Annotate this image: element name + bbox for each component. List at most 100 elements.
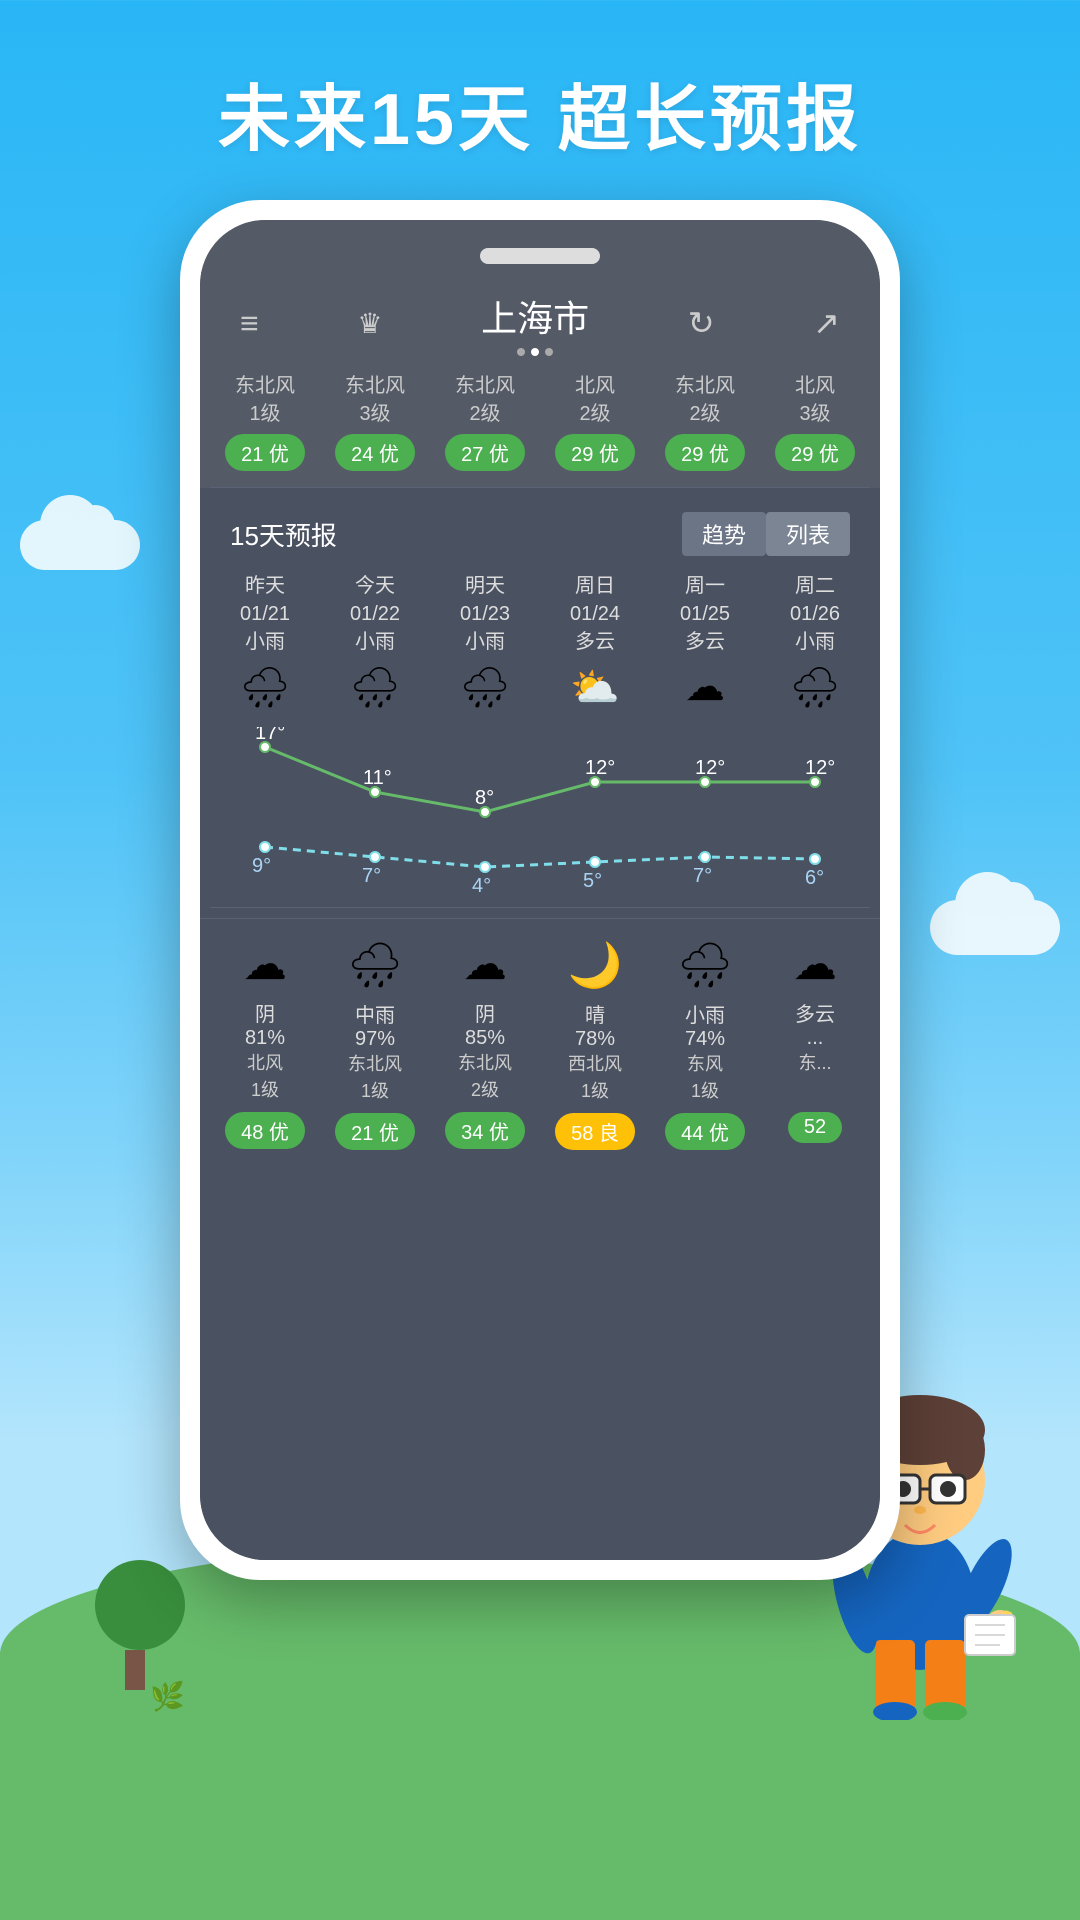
detail-wind-1: 北风1级 — [210, 1050, 320, 1104]
detail-humidity-2: 97% — [320, 1028, 430, 1051]
svg-text:12°: 12° — [695, 757, 725, 779]
detail-row: ☁ 阴 81% 北风1级 48 优 🌧 中雨 97% 东北风1级 21 优 — [200, 918, 880, 1150]
air-col-2: 东北风3级 24 优 — [320, 372, 430, 471]
detail-col-1: ☁ 阴 81% 北风1级 48 优 — [210, 939, 320, 1150]
svg-text:8°: 8° — [475, 787, 494, 809]
days-row: 昨天01/21小雨 🌧 今天01/22小雨 🌧 明天01/23小雨 🌧 周日01… — [200, 572, 880, 719]
wind-5: 东北风2级 — [650, 372, 760, 428]
detail-icon-3: ☁ — [430, 939, 540, 990]
detail-badge-4: 58 良 — [555, 1113, 635, 1150]
wind-2: 东北风3级 — [320, 372, 430, 428]
svg-text:17°: 17° — [255, 727, 285, 744]
weather-icon-5: ☁ — [650, 664, 760, 710]
separator-2 — [210, 907, 870, 908]
page-dots — [481, 348, 589, 356]
detail-badge-1: 48 优 — [225, 1112, 305, 1149]
forecast-title: 15天预报 — [230, 516, 337, 553]
svg-text:4°: 4° — [472, 875, 491, 897]
detail-wind-6: 东... — [760, 1050, 870, 1104]
detail-icon-2: 🌧 — [320, 939, 430, 991]
badge-2: 24 优 — [335, 434, 415, 471]
badge-6: 29 优 — [775, 434, 855, 471]
svg-text:6°: 6° — [805, 867, 824, 889]
badge-3: 27 优 — [445, 434, 525, 471]
tree-top — [95, 1560, 185, 1650]
detail-col-6: ☁ 多云 ... 东... 52 — [760, 939, 870, 1150]
grass-decoration: 🌿 — [150, 1680, 180, 1710]
svg-text:11°: 11° — [363, 767, 392, 789]
detail-badge-6: 52 — [788, 1112, 842, 1143]
detail-wind-4: 西北风1级 — [540, 1051, 650, 1105]
share-icon[interactable]: ↗ — [813, 304, 840, 342]
weather-icon-2: 🌧 — [320, 664, 430, 711]
detail-type-2: 中雨 — [320, 999, 430, 1028]
day-label-6: 周二01/26小雨 — [760, 572, 870, 656]
detail-wind-3: 东北风2级 — [430, 1050, 540, 1104]
cloud-left — [20, 520, 140, 570]
phone-frame: ≡ ♛ 上海市 ↻ ↗ 东北风1级 21 优 — [180, 200, 900, 1580]
badge-5: 29 优 — [665, 434, 745, 471]
wind-4: 北风2级 — [540, 372, 650, 428]
air-col-3: 东北风2级 27 优 — [430, 372, 540, 471]
weather-icon-6: 🌧 — [760, 664, 870, 711]
day-label-1: 昨天01/21小雨 — [210, 572, 320, 656]
detail-icon-1: ☁ — [210, 939, 320, 990]
detail-badge-2: 21 优 — [335, 1113, 415, 1150]
detail-col-4: 🌙 晴 78% 西北风1级 58 良 — [540, 939, 650, 1150]
svg-text:7°: 7° — [693, 865, 712, 887]
day-col-3: 明天01/23小雨 🌧 — [430, 572, 540, 719]
detail-badge-5: 44 优 — [665, 1113, 745, 1150]
badge-4: 29 优 — [555, 434, 635, 471]
svg-text:7°: 7° — [362, 865, 381, 887]
air-col-5: 东北风2级 29 优 — [650, 372, 760, 471]
weather-icon-4: ⛅ — [540, 664, 650, 711]
weather-icon-3: 🌧 — [430, 664, 540, 711]
detail-col-3: ☁ 阴 85% 东北风2级 34 优 — [430, 939, 540, 1150]
detail-badge-3: 34 优 — [445, 1112, 525, 1149]
day-col-4: 周日01/24多云 ⛅ — [540, 572, 650, 719]
forecast-tabs: 趋势 列表 — [682, 512, 850, 556]
air-col-4: 北风2级 29 优 — [540, 372, 650, 471]
detail-humidity-3: 85% — [430, 1027, 540, 1050]
dot-2 — [531, 348, 539, 356]
phone-speaker — [480, 248, 600, 264]
detail-col-5: 🌧 小雨 74% 东风1级 44 优 — [650, 939, 760, 1150]
air-quality-row: 东北风1级 21 优 东北风3级 24 优 东北风2级 27 优 北风2级 29… — [200, 372, 880, 487]
refresh-icon[interactable]: ↻ — [688, 304, 715, 342]
svg-text:12°: 12° — [805, 757, 835, 779]
temperature-chart: 17° 11° 8° 12° 12° 12° 9° 7° 4° 5° 7° 6° — [210, 727, 870, 907]
tree-trunk — [125, 1650, 145, 1690]
top-bar: ≡ ♛ 上海市 ↻ ↗ — [200, 220, 880, 372]
air-col-1: 东北风1级 21 优 — [210, 372, 320, 471]
detail-humidity-4: 78% — [540, 1028, 650, 1051]
detail-type-5: 小雨 — [650, 999, 760, 1028]
day-col-5: 周一01/25多云 ☁ — [650, 572, 760, 719]
svg-text:9°: 9° — [252, 855, 271, 877]
day-col-2: 今天01/22小雨 🌧 — [320, 572, 430, 719]
app-content: ≡ ♛ 上海市 ↻ ↗ 东北风1级 21 优 — [200, 220, 880, 1560]
top-bar-center: 上海市 — [481, 290, 589, 356]
day-col-6: 周二01/26小雨 🌧 — [760, 572, 870, 719]
wind-6: 北风3级 — [760, 372, 870, 428]
wind-3: 东北风2级 — [430, 372, 540, 428]
detail-col-2: 🌧 中雨 97% 东北风1级 21 优 — [320, 939, 430, 1150]
forecast-section: 15天预报 趋势 列表 昨天01/21小雨 🌧 今天01/22小雨 🌧 — [200, 488, 880, 1560]
day-label-2: 今天01/22小雨 — [320, 572, 430, 656]
day-label-3: 明天01/23小雨 — [430, 572, 540, 656]
tab-list[interactable]: 列表 — [766, 512, 850, 556]
day-label-5: 周一01/25多云 — [650, 572, 760, 656]
city-name: 上海市 — [481, 290, 589, 342]
detail-icon-5: 🌧 — [650, 939, 760, 991]
detail-wind-2: 东北风1级 — [320, 1051, 430, 1105]
svg-text:5°: 5° — [583, 870, 602, 892]
air-col-6: 北风3级 29 优 — [760, 372, 870, 471]
menu-icon[interactable]: ≡ — [240, 305, 259, 342]
tab-trend[interactable]: 趋势 — [682, 512, 766, 556]
main-title: 未来15天 超长预报 — [0, 60, 1080, 165]
crown-icon[interactable]: ♛ — [357, 307, 382, 340]
detail-humidity-6: ... — [760, 1027, 870, 1050]
detail-type-1: 阴 — [210, 998, 320, 1027]
chart-svg: 17° 11° 8° 12° 12° 12° 9° 7° 4° 5° 7° 6° — [210, 727, 870, 907]
day-col-1: 昨天01/21小雨 🌧 — [210, 572, 320, 719]
detail-type-3: 阴 — [430, 998, 540, 1027]
